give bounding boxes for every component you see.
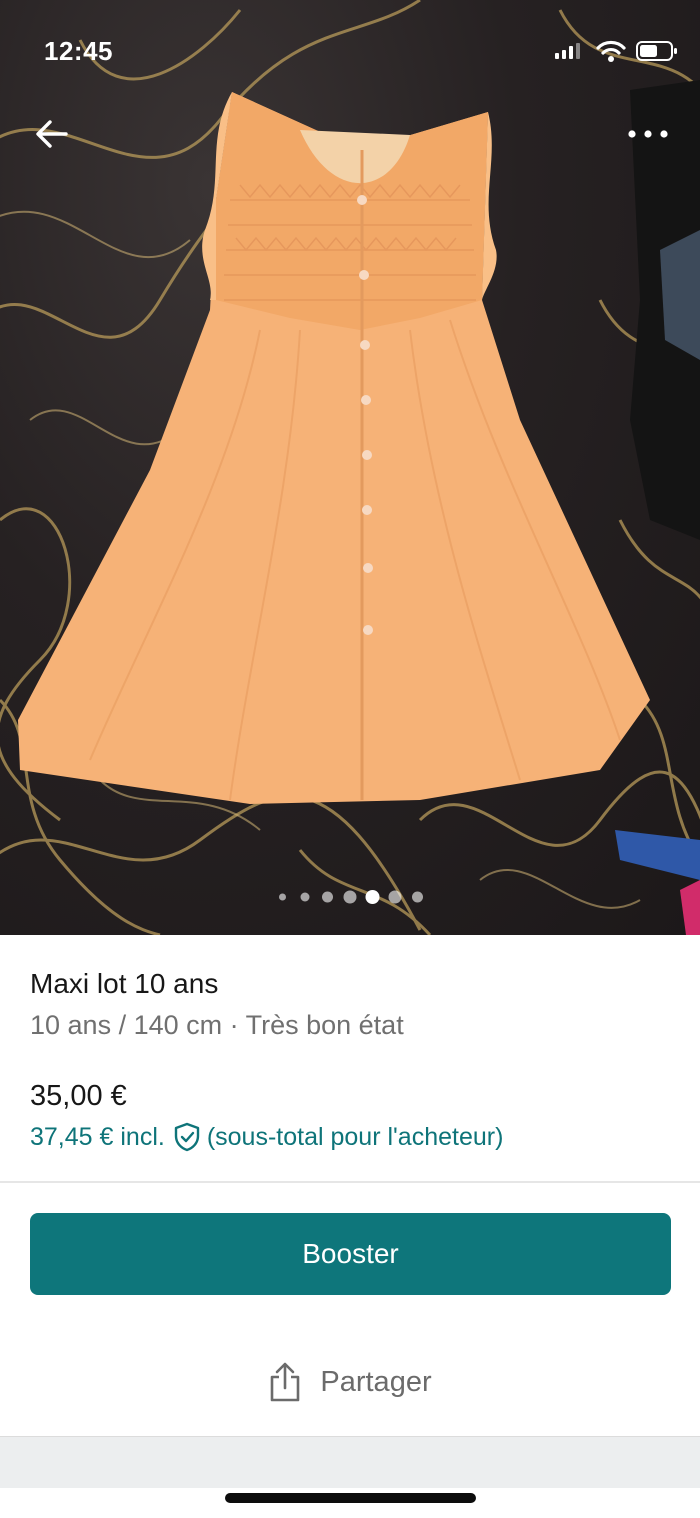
carousel-dot[interactable] <box>279 893 286 901</box>
item-title: Maxi lot 10 ans <box>30 968 219 999</box>
buyer-price-note: (sous-total pour l'acheteur) <box>206 1122 504 1151</box>
bottom-band <box>0 1436 700 1488</box>
share-label: Partager <box>320 1365 432 1398</box>
dress-photo <box>0 0 700 935</box>
shield-check-icon <box>174 1122 200 1152</box>
cellular-signal-icon <box>555 43 580 59</box>
home-indicator[interactable] <box>225 1493 476 1503</box>
dress <box>18 92 650 804</box>
status-time: 12:45 <box>44 36 113 66</box>
back-button[interactable] <box>30 112 74 156</box>
battery-icon <box>636 41 677 61</box>
item-price: 35,00 € <box>30 1080 127 1112</box>
booster-button[interactable]: Booster <box>30 1213 671 1295</box>
carousel-dot[interactable] <box>322 891 333 903</box>
ellipsis-icon <box>628 130 668 138</box>
arrow-left-icon <box>36 120 68 148</box>
carousel-dot[interactable] <box>388 890 402 904</box>
carousel-dot[interactable] <box>300 892 310 902</box>
status-bar: 12:45 <box>0 0 700 100</box>
carousel-dot-active[interactable] <box>365 890 380 904</box>
divider <box>0 1181 700 1183</box>
buyer-price-row[interactable]: 37,45 € incl. (sous-total pour l'acheteu… <box>30 1120 503 1154</box>
wifi-icon <box>596 40 626 62</box>
carousel-indicator[interactable] <box>0 888 700 906</box>
carousel-dot[interactable] <box>343 890 357 904</box>
share-button[interactable]: Partager <box>0 1352 700 1412</box>
item-photo[interactable]: 12:45 <box>0 0 700 935</box>
more-options-button[interactable] <box>622 116 674 152</box>
buyer-price: 37,45 € incl. <box>30 1122 165 1151</box>
carousel-dot[interactable] <box>412 891 423 903</box>
item-size-condition: 10 ans / 140 cm · Très bon état <box>30 1010 404 1040</box>
share-icon <box>271 1362 300 1402</box>
